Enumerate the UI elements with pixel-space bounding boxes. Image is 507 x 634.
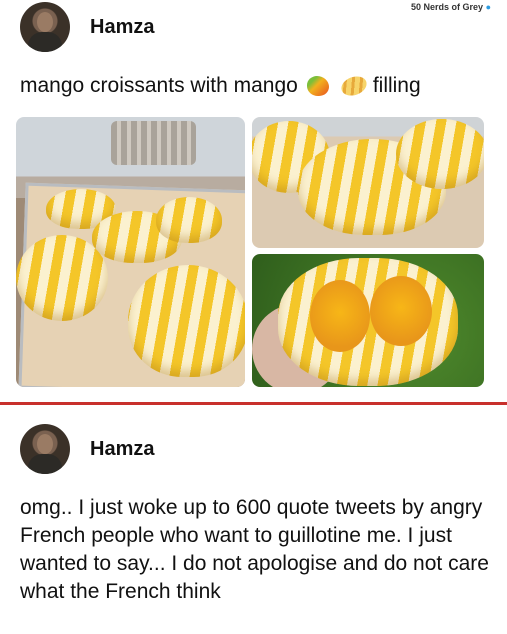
caption-text: mango croissants with mango (20, 74, 298, 97)
reply-header: Hamza (20, 424, 154, 474)
avatar-body (28, 32, 62, 52)
caption-text-end: filling (372, 74, 421, 97)
photo-croissant-closeup[interactable] (252, 117, 484, 248)
croissant-emoji-icon (338, 73, 370, 99)
avatar[interactable] (20, 424, 70, 474)
watermark: 50 Nerds of Grey ● (411, 2, 491, 12)
divider (0, 402, 507, 405)
avatar-body (28, 454, 62, 474)
post-caption: mango croissants with mango filling (20, 73, 421, 99)
photo-croissant-cut-open[interactable] (252, 254, 484, 387)
avatar-face (37, 434, 53, 454)
avatar-face (37, 12, 53, 32)
reply-text: omg.. I just woke up to 600 quote tweets… (20, 496, 489, 603)
reply-username[interactable]: Hamza (90, 438, 154, 461)
vase-shape (111, 121, 196, 165)
post-username[interactable]: Hamza (90, 16, 154, 39)
mango-emoji-icon (306, 76, 329, 96)
avatar[interactable] (20, 2, 70, 52)
croissant-shape (396, 119, 484, 189)
croissant-shape (156, 197, 222, 243)
photo-grid (16, 117, 484, 387)
verified-dot-icon: ● (485, 2, 491, 12)
croissant-shape (16, 235, 108, 321)
croissant-shape (128, 265, 245, 377)
photo-croissants-on-tray[interactable] (16, 117, 245, 387)
mango-filling-shape (370, 276, 432, 346)
watermark-text: 50 Nerds of Grey (411, 2, 484, 12)
mango-filling-shape (310, 280, 370, 352)
post-header: Hamza (20, 2, 154, 52)
